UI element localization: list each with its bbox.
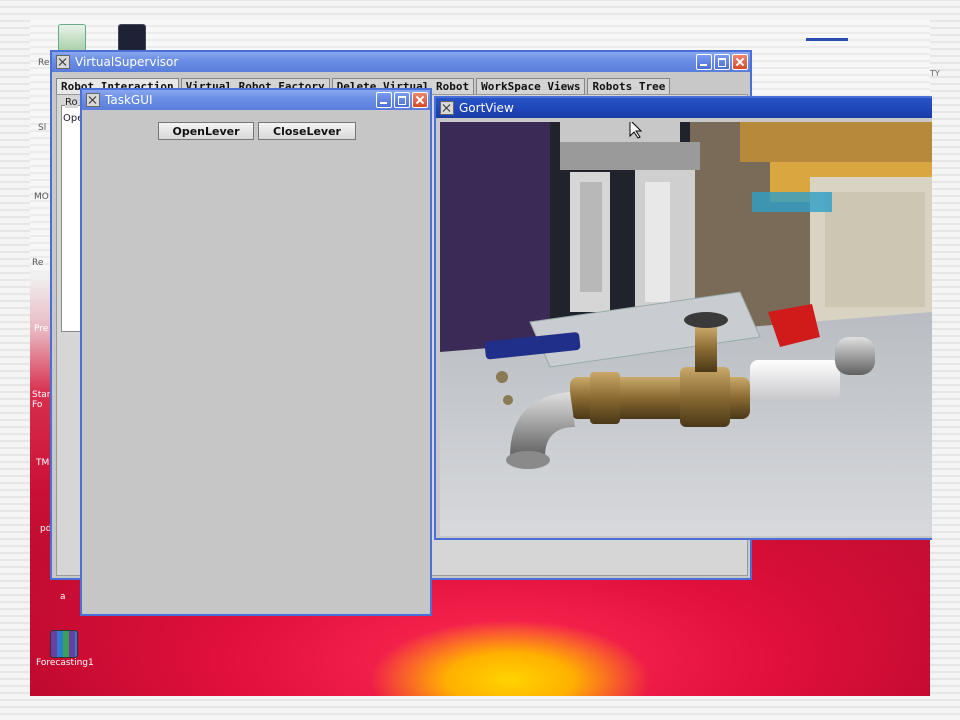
close-button[interactable] <box>732 54 748 70</box>
recycle-bin-icon <box>58 24 86 52</box>
tab-robots-tree[interactable]: Robots Tree <box>587 78 671 94</box>
minimize-button[interactable] <box>696 54 712 70</box>
gort-view-window[interactable]: GortView <box>434 96 932 540</box>
tab-workspace-views[interactable]: WorkSpace Views <box>476 78 586 94</box>
desktop-taskbar-fragment <box>806 38 848 41</box>
forecasting-desktop-icon[interactable] <box>34 630 94 660</box>
close-button[interactable] <box>412 92 428 108</box>
desktop-label: Forecasting1 <box>36 658 94 668</box>
desktop-side-label: a <box>60 592 66 602</box>
minimize-button[interactable] <box>376 92 392 108</box>
robot-group-label: Ro <box>65 97 78 108</box>
maximize-button[interactable] <box>394 92 410 108</box>
java-app-icon <box>440 101 454 115</box>
window-title: GortView <box>459 101 514 115</box>
desktop-side-label: Sl <box>38 123 47 133</box>
gort-view-titlebar[interactable]: GortView <box>436 98 932 118</box>
java-app-icon <box>86 93 100 107</box>
window-title: VirtualSupervisor <box>75 55 179 69</box>
camera-image <box>440 122 932 536</box>
desktop-side-label: Pre <box>34 324 49 334</box>
close-lever-button[interactable]: CloseLever <box>258 122 356 140</box>
desktop-side-label: Star Fo <box>32 390 51 410</box>
task-gui-body: OpenLever CloseLever <box>82 110 430 614</box>
archive-icon <box>50 630 78 658</box>
desktop-side-label: MO <box>34 192 49 202</box>
desktop-label: Re <box>38 58 50 68</box>
window-title: TaskGUI <box>105 93 153 107</box>
task-gui-window[interactable]: TaskGUI OpenLever CloseLever <box>80 88 432 616</box>
task-gui-titlebar[interactable]: TaskGUI <box>82 90 430 110</box>
maximize-button[interactable] <box>714 54 730 70</box>
monitor-icon <box>118 24 146 52</box>
robot-camera-feed <box>440 122 932 536</box>
desktop-side-label: TM <box>36 458 50 468</box>
virtual-supervisor-titlebar[interactable]: VirtualSupervisor <box>52 52 750 72</box>
desktop-side-label: Re <box>32 258 44 268</box>
corner-text: TY <box>930 69 940 78</box>
open-lever-button[interactable]: OpenLever <box>158 122 254 140</box>
java-app-icon <box>56 55 70 69</box>
